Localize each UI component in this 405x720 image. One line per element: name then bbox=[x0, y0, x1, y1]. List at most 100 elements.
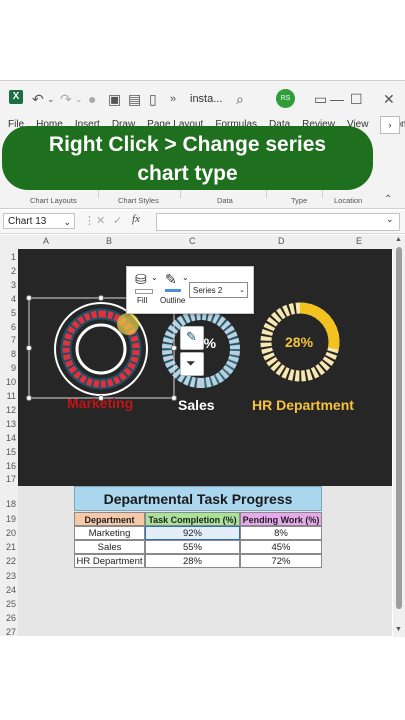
new-file-icon[interactable]: ▯ bbox=[149, 91, 157, 108]
outline-pen-icon[interactable]: ✎ bbox=[165, 271, 177, 288]
resize-handle[interactable] bbox=[98, 295, 104, 301]
tab-scroll-right-icon[interactable]: › bbox=[380, 116, 400, 134]
row-header[interactable]: 13 bbox=[0, 419, 16, 429]
enter-icon[interactable]: ✓ bbox=[113, 214, 122, 227]
resize-handle[interactable] bbox=[26, 345, 32, 351]
row-header[interactable]: 11 bbox=[0, 391, 16, 401]
save-icon[interactable]: ▣ bbox=[108, 91, 121, 108]
table-header-task-completion: Task Completion (%) bbox=[145, 512, 240, 526]
cancel-icon[interactable]: ✕ bbox=[96, 214, 105, 227]
row-header[interactable]: 6 bbox=[0, 322, 16, 332]
resize-handle[interactable] bbox=[26, 295, 32, 301]
row-header[interactable]: 4 bbox=[0, 294, 16, 304]
row-header[interactable]: 26 bbox=[0, 613, 16, 623]
table-cell-department[interactable]: Marketing bbox=[74, 526, 145, 540]
row-header[interactable]: 20 bbox=[0, 528, 16, 538]
chart-styles-button[interactable]: ✎ bbox=[180, 326, 204, 350]
hr-value: 28% bbox=[285, 334, 314, 350]
row-header[interactable]: 18 bbox=[0, 499, 16, 509]
table-cell-pending[interactable]: 8% bbox=[240, 526, 322, 540]
redo-dropdown-icon[interactable]: ⌄ bbox=[75, 94, 83, 105]
column-header[interactable]: D bbox=[278, 236, 285, 246]
resize-handle[interactable] bbox=[26, 395, 32, 401]
series-dropdown-icon[interactable]: ⌄ bbox=[239, 283, 245, 299]
column-header[interactable]: A bbox=[43, 236, 49, 246]
column-header[interactable]: C bbox=[189, 236, 196, 246]
banner-line-1: Right Click > Change series bbox=[48, 133, 327, 156]
column-headers: A B C D E bbox=[0, 235, 405, 250]
avatar[interactable]: RS bbox=[276, 89, 295, 108]
formula-input[interactable] bbox=[156, 213, 400, 231]
hr-label: HR Department bbox=[252, 397, 354, 413]
name-box-dropdown-icon[interactable]: ⌄ bbox=[63, 214, 71, 230]
group-type: Type bbox=[291, 196, 308, 205]
sheet-icon[interactable]: ▤ bbox=[128, 91, 141, 108]
document-name: insta... bbox=[190, 93, 223, 105]
row-header[interactable]: 27 bbox=[0, 627, 16, 637]
row-header[interactable]: 15 bbox=[0, 447, 16, 457]
fill-color-swatch bbox=[135, 289, 153, 294]
row-header[interactable]: 3 bbox=[0, 280, 16, 290]
row-header[interactable]: 16 bbox=[0, 461, 16, 471]
resize-handle[interactable] bbox=[171, 345, 177, 351]
row-header[interactable]: 7 bbox=[0, 335, 16, 345]
instruction-banner: Right Click > Change series chart type bbox=[2, 126, 373, 190]
more-commands-icon[interactable]: » bbox=[170, 93, 176, 105]
row-header[interactable]: 9 bbox=[0, 363, 16, 373]
fill-bucket-icon[interactable]: ⛁ bbox=[135, 271, 147, 288]
row-header[interactable]: 22 bbox=[0, 556, 16, 566]
formula-options-icon[interactable]: ⋮ bbox=[84, 214, 95, 227]
title-bar: X ↶ ⌄ ↷ ⌄ ● ▣ ▤ ▯ » insta... ⌕ RS ▭ — ☐ … bbox=[0, 80, 405, 117]
column-header[interactable]: B bbox=[106, 236, 112, 246]
excel-logo-icon: X bbox=[9, 90, 23, 104]
undo-dropdown-icon[interactable]: ⌄ bbox=[47, 94, 55, 105]
row-header[interactable]: 1 bbox=[0, 252, 16, 262]
scroll-up-icon[interactable]: ▲ bbox=[395, 236, 402, 243]
scroll-down-icon[interactable]: ▼ bbox=[395, 626, 402, 633]
row-header[interactable]: 8 bbox=[0, 349, 16, 359]
row-header[interactable]: 12 bbox=[0, 405, 16, 415]
table-cell-completion[interactable]: 28% bbox=[145, 554, 240, 568]
outline-dropdown-icon[interactable]: ⌄ bbox=[182, 273, 189, 282]
autosave-icon[interactable]: ● bbox=[88, 91, 96, 107]
scrollbar-thumb[interactable] bbox=[396, 247, 402, 609]
table-title: Departmental Task Progress bbox=[74, 486, 322, 511]
row-header[interactable]: 24 bbox=[0, 585, 16, 595]
undo-icon[interactable]: ↶ bbox=[32, 91, 44, 108]
row-header[interactable]: 14 bbox=[0, 433, 16, 443]
name-box[interactable]: Chart 13 ⌄ bbox=[3, 213, 75, 229]
row-header[interactable]: 21 bbox=[0, 542, 16, 552]
row-header[interactable]: 19 bbox=[0, 514, 16, 524]
table-cell-pending[interactable]: 45% bbox=[240, 540, 322, 554]
row-header[interactable]: 5 bbox=[0, 308, 16, 318]
column-header[interactable]: E bbox=[356, 236, 362, 246]
insert-function-icon[interactable]: fx bbox=[132, 213, 140, 225]
collapse-ribbon-icon[interactable]: ⌃ bbox=[384, 194, 392, 205]
search-icon[interactable]: ⌕ bbox=[236, 91, 244, 108]
series-select[interactable]: Series 2 ⌄ bbox=[189, 282, 248, 298]
redo-icon[interactable]: ↷ bbox=[60, 91, 72, 108]
row-header[interactable]: 25 bbox=[0, 599, 16, 609]
minimize-icon[interactable]: — bbox=[330, 91, 344, 107]
table-cell-department[interactable]: HR Department bbox=[74, 554, 145, 568]
row-header[interactable]: 23 bbox=[0, 571, 16, 581]
close-icon[interactable]: ✕ bbox=[383, 91, 395, 108]
marketing-label: Marketing bbox=[67, 395, 134, 411]
maximize-icon[interactable]: ☐ bbox=[350, 91, 363, 108]
resize-handle[interactable] bbox=[171, 395, 177, 401]
fill-label[interactable]: Fill bbox=[137, 296, 147, 305]
group-chart-styles: Chart Styles bbox=[118, 196, 159, 205]
table-cell-completion[interactable]: 92% bbox=[145, 526, 240, 540]
ribbon-display-icon[interactable]: ▭ bbox=[314, 91, 327, 108]
marketing-ring-inner bbox=[75, 323, 127, 375]
row-header[interactable]: 10 bbox=[0, 377, 16, 387]
table-cell-completion[interactable]: 55% bbox=[145, 540, 240, 554]
row-header[interactable]: 2 bbox=[0, 266, 16, 276]
table-cell-pending[interactable]: 72% bbox=[240, 554, 322, 568]
outline-label[interactable]: Outline bbox=[160, 296, 185, 305]
chart-filters-button[interactable]: ⏷ bbox=[180, 352, 204, 376]
expand-formula-icon[interactable]: ⌄ bbox=[386, 214, 394, 225]
fill-dropdown-icon[interactable]: ⌄ bbox=[151, 273, 158, 282]
table-cell-department[interactable]: Sales bbox=[74, 540, 145, 554]
row-header[interactable]: 17 bbox=[0, 474, 16, 484]
